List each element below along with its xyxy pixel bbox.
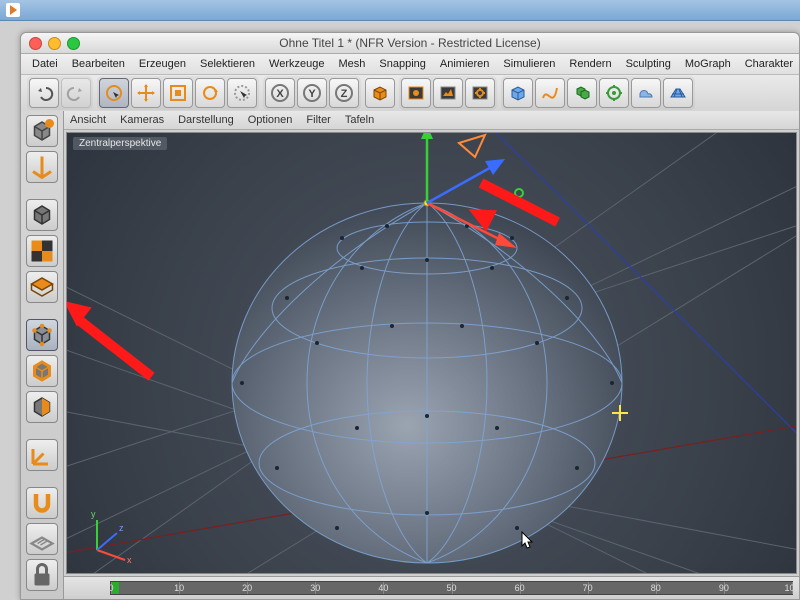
floor-button[interactable] [663, 78, 693, 108]
close-icon[interactable] [29, 37, 42, 50]
svg-text:y: y [91, 509, 96, 519]
sky-button[interactable] [631, 78, 661, 108]
timeline-track[interactable]: 0102030405060708090100 [110, 581, 793, 595]
redo-button[interactable] [61, 78, 91, 108]
render-view-button[interactable] [401, 78, 431, 108]
menu-animieren[interactable]: Animieren [433, 56, 497, 72]
timeline-label: 60 [515, 583, 525, 593]
world-axis-icon: y x z [77, 505, 137, 565]
timeline[interactable]: 0 10 20 30 40 50 60 70 80 90 100 [64, 576, 799, 599]
vp-filter[interactable]: Filter [306, 114, 330, 126]
undo-button[interactable] [29, 78, 59, 108]
minimize-icon[interactable] [48, 37, 61, 50]
menu-bearbeiten[interactable]: Bearbeiten [65, 56, 132, 72]
vp-tafeln[interactable]: Tafeln [345, 114, 374, 126]
x-axis-button[interactable]: X [265, 78, 295, 108]
svg-text:z: z [119, 523, 124, 533]
menu-simulieren[interactable]: Simulieren [496, 56, 562, 72]
play-icon [6, 3, 20, 17]
axis-gizmo[interactable] [367, 132, 587, 303]
spline-button[interactable] [535, 78, 565, 108]
vp-ansicht[interactable]: Ansicht [70, 114, 106, 126]
vp-darstellung[interactable]: Darstellung [178, 114, 234, 126]
model-mode-button[interactable] [26, 199, 58, 231]
menu-erzeugen[interactable]: Erzeugen [132, 56, 193, 72]
menu-mesh[interactable]: Mesh [331, 56, 372, 72]
deformer-button[interactable] [599, 78, 629, 108]
poly-mode-button[interactable] [26, 391, 58, 423]
axis-tool-button[interactable] [26, 439, 58, 471]
snap-button[interactable] [26, 487, 58, 519]
target-marker-icon [612, 405, 628, 421]
y-axis-button[interactable]: Y [297, 78, 327, 108]
z-axis-button[interactable]: Z [329, 78, 359, 108]
menu-datei[interactable]: Datei [25, 56, 65, 72]
mode-palette [21, 111, 64, 599]
viewport[interactable]: Zentralperspektive [66, 132, 797, 574]
app-window: Ohne Titel 1 * (NFR Version - Restricted… [20, 32, 800, 600]
viewport-menu: Ansicht Kameras Darstellung Optionen Fil… [64, 111, 799, 130]
svg-text:Y: Y [308, 88, 316, 100]
lock-button[interactable] [26, 559, 58, 591]
texture-mode-button[interactable] [26, 235, 58, 267]
title-bar[interactable]: Ohne Titel 1 * (NFR Version - Restricted… [21, 33, 799, 54]
timeline-label: 30 [310, 583, 320, 593]
scale-button[interactable] [163, 78, 193, 108]
texture-axis-button[interactable] [26, 151, 58, 183]
host-window-bar [0, 0, 800, 21]
svg-text:X: X [276, 88, 284, 100]
workplane-button[interactable] [26, 523, 58, 555]
timeline-label: 20 [242, 583, 252, 593]
svg-text:x: x [127, 555, 132, 565]
rotate-button[interactable] [195, 78, 225, 108]
window-title: Ohne Titel 1 * (NFR Version - Restricted… [21, 36, 799, 50]
menu-werkzeuge[interactable]: Werkzeuge [262, 56, 331, 72]
object-cube-button[interactable] [503, 78, 533, 108]
array-button[interactable] [567, 78, 597, 108]
cursor-icon [521, 531, 535, 551]
menu-rendern[interactable]: Rendern [562, 56, 618, 72]
menu-mograph[interactable]: MoGraph [678, 56, 738, 72]
timeline-label: 40 [378, 583, 388, 593]
menu-sculpting[interactable]: Sculpting [619, 56, 678, 72]
live-select-button[interactable] [99, 78, 129, 108]
point-mode-button[interactable] [26, 319, 58, 351]
timeline-label: 70 [583, 583, 593, 593]
timeline-label: 80 [651, 583, 661, 593]
vp-optionen[interactable]: Optionen [248, 114, 293, 126]
timeline-label: 50 [446, 583, 456, 593]
timeline-label: 0 [108, 583, 113, 593]
render-settings-button[interactable] [465, 78, 495, 108]
cube-primitive-button[interactable] [365, 78, 395, 108]
timeline-label: 90 [719, 583, 729, 593]
vp-kameras[interactable]: Kameras [120, 114, 164, 126]
render-pict-button[interactable] [433, 78, 463, 108]
menu-snapping[interactable]: Snapping [372, 56, 433, 72]
zoom-icon[interactable] [67, 37, 80, 50]
make-editable-button[interactable] [26, 115, 58, 147]
menu-bar: Datei Bearbeiten Erzeugen Selektieren We… [21, 54, 799, 75]
lasso-button[interactable] [227, 78, 257, 108]
toolbar: X Y Z [21, 75, 799, 112]
menu-char[interactable]: Charakter [738, 56, 799, 72]
move-button[interactable] [131, 78, 161, 108]
timeline-label: 10 [174, 583, 184, 593]
menu-selektieren[interactable]: Selektieren [193, 56, 262, 72]
timeline-label: 100 [784, 583, 799, 593]
uv-mode-button[interactable] [26, 271, 58, 303]
svg-text:Z: Z [341, 88, 348, 100]
edge-mode-button[interactable] [26, 355, 58, 387]
